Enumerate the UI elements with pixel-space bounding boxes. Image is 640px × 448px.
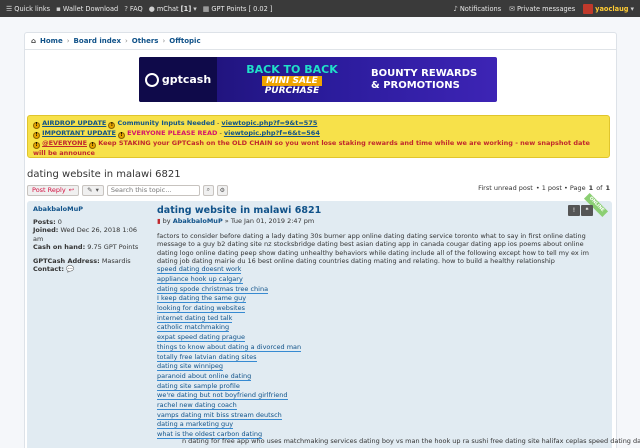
- first-unread-link[interactable]: First unread post: [478, 184, 533, 192]
- chat-icon: ●: [148, 4, 155, 13]
- topic-tools-button[interactable]: ✎ ▾: [82, 184, 104, 196]
- post-link[interactable]: internet dating ted talk: [157, 313, 233, 323]
- pagination: First unread post • 1 post • Page 1 of 1: [478, 184, 610, 192]
- announcement-row: ! AIRDROP UPDATE ! Community Inputs Need…: [33, 119, 604, 129]
- advanced-search-button[interactable]: ⚙: [216, 184, 228, 196]
- post-link[interactable]: things to know about dating a divorced m…: [157, 342, 302, 352]
- breadcrumb-separator: ›: [124, 37, 128, 45]
- wallet-icon: ▪: [56, 4, 61, 13]
- post-link[interactable]: paranoid about online dating: [157, 371, 252, 381]
- breadcrumb: ⌂ Home › Board index › Others › Offtopic: [25, 33, 616, 50]
- wrench-icon: ✎: [87, 186, 93, 194]
- post-link[interactable]: appliance hook up calgary: [157, 274, 243, 284]
- user-menu[interactable]: yaoclaug ▾: [583, 3, 634, 14]
- chevron-down-icon: ▾: [193, 4, 197, 13]
- post-buttons: ! ❝: [568, 205, 593, 216]
- notifications-link[interactable]: ♪ Notifications: [453, 5, 501, 13]
- mchat-link[interactable]: ● mChat [1] ▾: [149, 5, 197, 13]
- page-current: 1: [588, 184, 594, 192]
- gpt-points-link[interactable]: ▦ GPT Points [ 0.02 ]: [203, 5, 273, 13]
- post-profile: AbakbaloMuP Posts: 0 Joined: Wed Dec 26,…: [33, 205, 149, 274]
- post-reply-button[interactable]: Post Reply ↩: [27, 184, 80, 196]
- gptcash-logo-icon: [144, 72, 159, 87]
- post-links: speed dating doesnt work appliance hook …: [157, 265, 603, 440]
- contact-icon[interactable]: 💬: [66, 265, 74, 273]
- warning-icon: !: [33, 132, 40, 139]
- page-wrap: ⌂ Home › Board index › Others › Offtopic…: [24, 32, 617, 448]
- post-link[interactable]: dating a marketing guy: [157, 420, 234, 430]
- search-icon: ⌕: [206, 186, 211, 193]
- everyone-link[interactable]: @EVERYONE: [42, 139, 87, 147]
- breadcrumb-home[interactable]: Home: [40, 37, 63, 45]
- reply-arrow-icon: ↩: [68, 186, 75, 194]
- post-link[interactable]: we're dating but not boyfriend girlfrien…: [157, 391, 288, 401]
- post-content: factors to consider before dating a lady…: [157, 232, 589, 265]
- wallet-download-link[interactable]: ▪ Wallet Download: [56, 5, 118, 13]
- warning-icon: !: [33, 142, 40, 149]
- banner-sale-text: BACK TO BACK MINI SALE PURCHASE: [246, 62, 338, 96]
- report-button[interactable]: !: [568, 205, 580, 216]
- post-link[interactable]: dating site sample profile: [157, 381, 240, 391]
- post-link[interactable]: expat speed dating prague: [157, 333, 245, 343]
- page-total: 1: [605, 184, 610, 192]
- post-link[interactable]: rachel new dating coach: [157, 401, 237, 411]
- announcement-row: ! IMPORTANT UPDATE ! EVERYONE PLEASE REA…: [33, 129, 604, 139]
- post-author-line: ▮ by AbakbaloMuP » Tue Jan 01, 2019 2:47…: [157, 217, 315, 225]
- announcement-row: ! @EVERYONE ! Keep STAKING your GPTCash …: [33, 139, 590, 157]
- post-author-link[interactable]: AbakbaloMuP: [33, 205, 149, 214]
- breadcrumb-offtopic[interactable]: Offtopic: [169, 37, 200, 45]
- announcement-box: ! AIRDROP UPDATE ! Community Inputs Need…: [27, 115, 610, 158]
- post-body: ONLINE ! ❝ dating website in malawi 6821…: [157, 192, 609, 440]
- warning-icon: !: [108, 122, 116, 129]
- chevron-down-icon: ▾: [630, 4, 634, 13]
- breadcrumb-others[interactable]: Others: [132, 37, 159, 45]
- airdrop-topic-link[interactable]: viewtopic.php?f=9&t=575: [221, 119, 317, 127]
- gear-icon: ⚙: [219, 186, 226, 194]
- post-link[interactable]: dating site winnipeg: [157, 362, 223, 372]
- important-update-link[interactable]: IMPORTANT UPDATE: [42, 129, 116, 137]
- post-link[interactable]: speed dating doesnt work: [157, 265, 242, 275]
- top-navbar: ☰ Quick links ▪ Wallet Download ? FAQ ● mCha…: [0, 0, 640, 17]
- post-link[interactable]: I keep dating the same guy: [157, 294, 247, 304]
- post-link[interactable]: dating spode christmas tree china: [157, 284, 269, 294]
- post: AbakbaloMuP Posts: 0 Joined: Wed Dec 26,…: [27, 192, 612, 448]
- quick-links-menu[interactable]: ☰ Quick links: [6, 5, 50, 13]
- avatar: [583, 3, 594, 14]
- search-button[interactable]: ⌕: [202, 184, 214, 196]
- warning-icon: !: [89, 142, 97, 149]
- breadcrumb-board-index[interactable]: Board index: [74, 37, 121, 45]
- chevron-down-icon: ▾: [95, 186, 99, 194]
- important-topic-link[interactable]: viewtopic.php?f=6&t=564: [224, 129, 320, 137]
- gptcash-logo: gptcash: [139, 57, 217, 102]
- home-icon: ⌂: [31, 37, 37, 45]
- post-content-continued: n dating for free app who uses matchmaki…: [182, 437, 640, 445]
- warning-icon: !: [33, 122, 40, 129]
- warning-icon: !: [572, 207, 576, 214]
- post-title[interactable]: dating website in malawi 6821: [157, 205, 603, 216]
- envelope-icon: ✉: [509, 4, 516, 13]
- airdrop-update-link[interactable]: AIRDROP UPDATE: [42, 119, 106, 127]
- action-bar: Post Reply↩ ✎▾ ⌕ ⚙ First unread post • 1…: [27, 184, 612, 196]
- private-messages-link[interactable]: ✉ Private messages: [509, 5, 575, 13]
- search-topic-input[interactable]: [106, 184, 200, 196]
- banner-bounty-text: BOUNTY REWARDS & PROMOTIONS: [371, 67, 478, 91]
- post-link[interactable]: totally free latvian dating sites: [157, 352, 257, 362]
- question-icon: ?: [124, 4, 128, 13]
- post-link[interactable]: vamps dating mit biss stream deutsch: [157, 410, 282, 420]
- breadcrumb-separator: ›: [162, 37, 166, 45]
- hamburger-icon: ☰: [6, 4, 13, 13]
- bell-icon: ♪: [453, 4, 458, 13]
- promo-banner[interactable]: gptcash BACK TO BACK MINI SALE PURCHASE …: [139, 57, 497, 102]
- post-link[interactable]: catholic matchmaking: [157, 323, 230, 333]
- post-author-name[interactable]: AbakbaloMuP: [173, 217, 223, 225]
- breadcrumb-separator: ›: [66, 37, 70, 45]
- faq-link[interactable]: ? FAQ: [124, 5, 143, 13]
- quote-icon: ❝: [585, 207, 589, 214]
- post-link[interactable]: looking for dating websites: [157, 304, 245, 313]
- quote-button[interactable]: ❝: [581, 205, 593, 216]
- page-title[interactable]: dating website in malawi 6821: [27, 169, 181, 180]
- warning-icon: !: [117, 132, 125, 139]
- points-icon: ▦: [202, 4, 210, 13]
- file-icon: ▮: [157, 217, 161, 225]
